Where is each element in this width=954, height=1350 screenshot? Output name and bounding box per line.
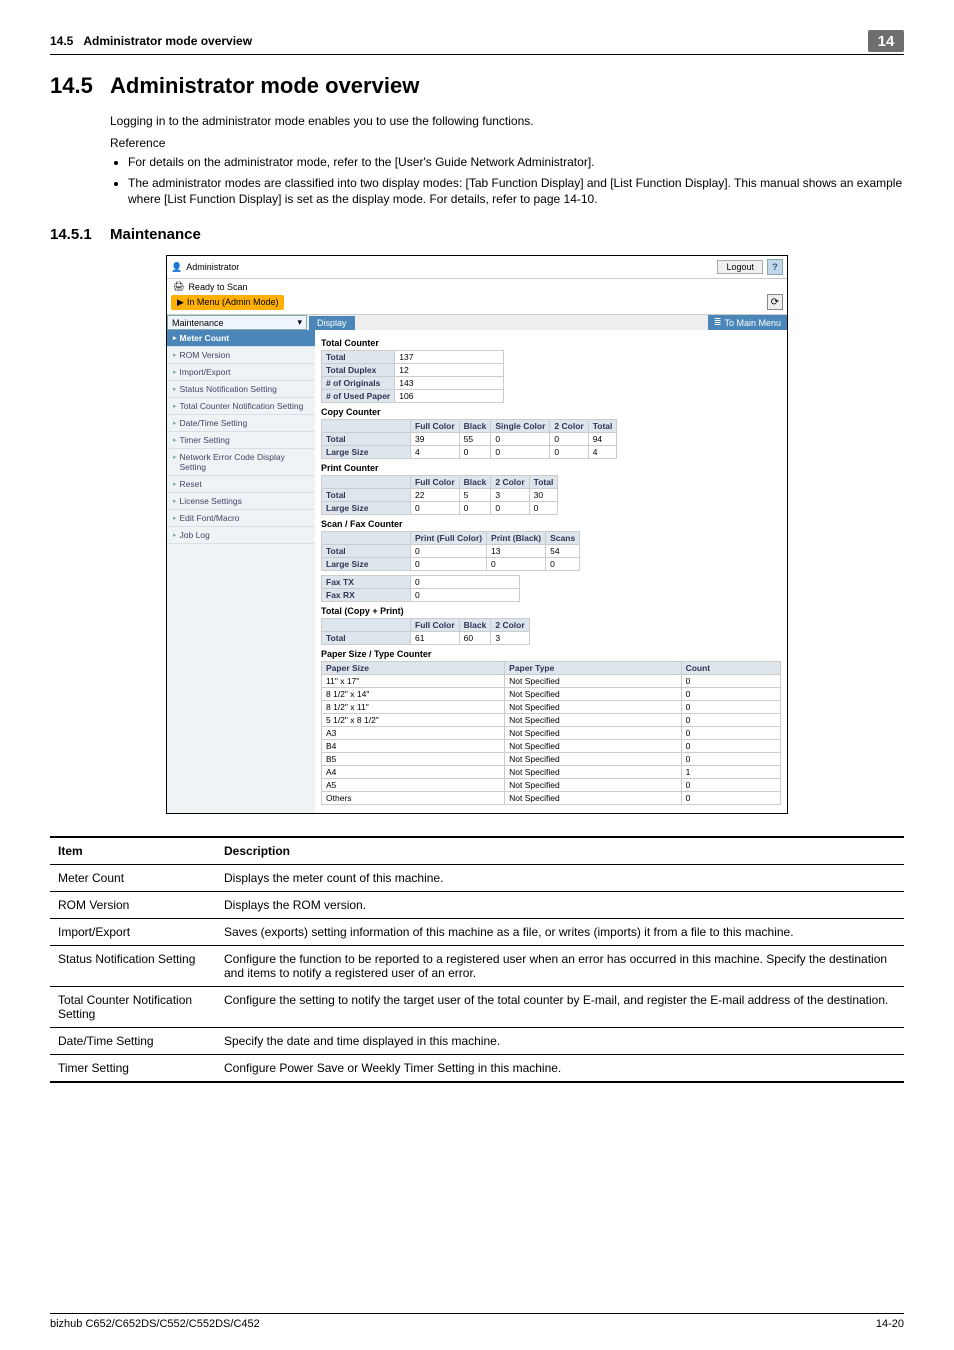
desc-cell: Configure the setting to notify the targ… [216, 987, 904, 1028]
nav-item[interactable]: ▸Date/Time Setting [167, 415, 315, 432]
item-cell: ROM Version [50, 892, 216, 919]
panel-title: Paper Size / Type Counter [321, 649, 781, 659]
admin-user-label: 👤 Administrator [171, 262, 239, 273]
section-heading: 14.5Administrator mode overview [50, 73, 904, 99]
nav-item[interactable]: ▸Status Notification Setting [167, 381, 315, 398]
subsection-heading: 14.5.1Maintenance [50, 226, 904, 243]
category-select[interactable]: Maintenance ▾ [167, 315, 307, 330]
chapter-badge: 14 [868, 30, 904, 52]
panel-title: Copy Counter [321, 407, 781, 417]
description-table: ItemDescription Meter CountDisplays the … [50, 836, 904, 1083]
desc-cell: Displays the ROM version. [216, 892, 904, 919]
sidebar-nav: ▸Meter Count ▸ROM Version ▸Import/Export… [167, 330, 315, 813]
desc-cell: Configure Power Save or Weekly Timer Set… [216, 1055, 904, 1083]
nav-item[interactable]: ▸Job Log [167, 527, 315, 544]
status-row: 🖨 Ready to Scan [167, 279, 787, 294]
section-number: 14.5 [50, 73, 110, 99]
menu-icon: ≣ [714, 317, 722, 328]
nav-item[interactable]: ▸Total Counter Notification Setting [167, 398, 315, 415]
header-section-no: 14.5 [50, 34, 73, 48]
panel-title: Print Counter [321, 463, 781, 473]
desc-cell: Configure the function to be reported to… [216, 946, 904, 987]
desc-cell: Specify the date and time displayed in t… [216, 1028, 904, 1055]
nav-item[interactable]: ▸License Settings [167, 493, 315, 510]
content-panel: Total Counter Total137 Total Duplex12 # … [315, 330, 787, 813]
reference-list: For details on the administrator mode, r… [110, 154, 904, 208]
printer-icon: 🖨 [173, 281, 184, 292]
help-icon[interactable]: ? [767, 259, 783, 275]
nav-item[interactable]: ▸Edit Font/Macro [167, 510, 315, 527]
intro-paragraph: Logging in to the administrator mode ena… [110, 113, 904, 130]
subsection-number: 14.5.1 [50, 226, 110, 243]
nav-item[interactable]: ▸Reset [167, 476, 315, 493]
panel-title: Total (Copy + Print) [321, 606, 781, 616]
scan-fax-table: Print (Full Color)Print (Black)Scans Tot… [321, 531, 580, 571]
nav-item[interactable]: ▸Meter Count [167, 330, 315, 347]
copy-counter-table: Full ColorBlackSingle Color2 ColorTotal … [321, 419, 617, 459]
section-title: Administrator mode overview [110, 73, 419, 98]
arrow-icon: ▶ [177, 297, 184, 308]
item-cell: Import/Export [50, 919, 216, 946]
item-cell: Meter Count [50, 865, 216, 892]
list-item: The administrator modes are classified i… [128, 175, 904, 209]
mode-pill[interactable]: ▶ In Menu (Admin Mode) [171, 295, 284, 310]
display-button[interactable]: Display [309, 316, 355, 330]
desc-cell: Displays the meter count of this machine… [216, 865, 904, 892]
footer-page: 14-20 [876, 1318, 904, 1330]
subsection-title: Maintenance [110, 226, 201, 243]
nav-item[interactable]: ▸ROM Version [167, 347, 315, 364]
running-header: 14.5 Administrator mode overview 14 [50, 30, 904, 55]
print-counter-table: Full ColorBlack2 ColorTotal Total225330 … [321, 475, 558, 515]
to-main-menu-button[interactable]: ≣ To Main Menu [708, 315, 787, 330]
screenshot: 👤 Administrator Logout ? 🖨 Ready to Scan… [166, 255, 788, 814]
nav-item[interactable]: ▸Network Error Code Display Setting [167, 449, 315, 476]
refresh-icon[interactable]: ⟳ [767, 294, 783, 310]
page-footer: bizhub C652/C652DS/C552/C552DS/C452 14-2… [50, 1313, 904, 1330]
panel-title: Total Counter [321, 338, 781, 348]
user-icon: 👤 [171, 262, 182, 273]
item-cell: Date/Time Setting [50, 1028, 216, 1055]
total-counter-table: Total137 Total Duplex12 # of Originals14… [321, 350, 504, 403]
reference-label: Reference [110, 136, 904, 150]
col-header: Description [216, 837, 904, 865]
logout-button[interactable]: Logout [717, 260, 763, 274]
chevron-down-icon: ▾ [297, 317, 302, 328]
nav-item[interactable]: ▸Timer Setting [167, 432, 315, 449]
desc-cell: Saves (exports) setting information of t… [216, 919, 904, 946]
nav-item[interactable]: ▸Import/Export [167, 364, 315, 381]
item-cell: Total Counter Notification Setting [50, 987, 216, 1028]
panel-title: Scan / Fax Counter [321, 519, 781, 529]
footer-model: bizhub C652/C652DS/C552/C552DS/C452 [50, 1318, 260, 1330]
paper-size-table: Paper SizePaper TypeCount 11" x 17"Not S… [321, 661, 781, 805]
col-header: Item [50, 837, 216, 865]
header-section-title: Administrator mode overview [83, 34, 252, 48]
fax-table: Fax TX0 Fax RX0 [321, 575, 520, 602]
item-cell: Status Notification Setting [50, 946, 216, 987]
total-copy-print-table: Full ColorBlack2 Color Total61603 [321, 618, 530, 645]
item-cell: Timer Setting [50, 1055, 216, 1083]
list-item: For details on the administrator mode, r… [128, 154, 904, 171]
